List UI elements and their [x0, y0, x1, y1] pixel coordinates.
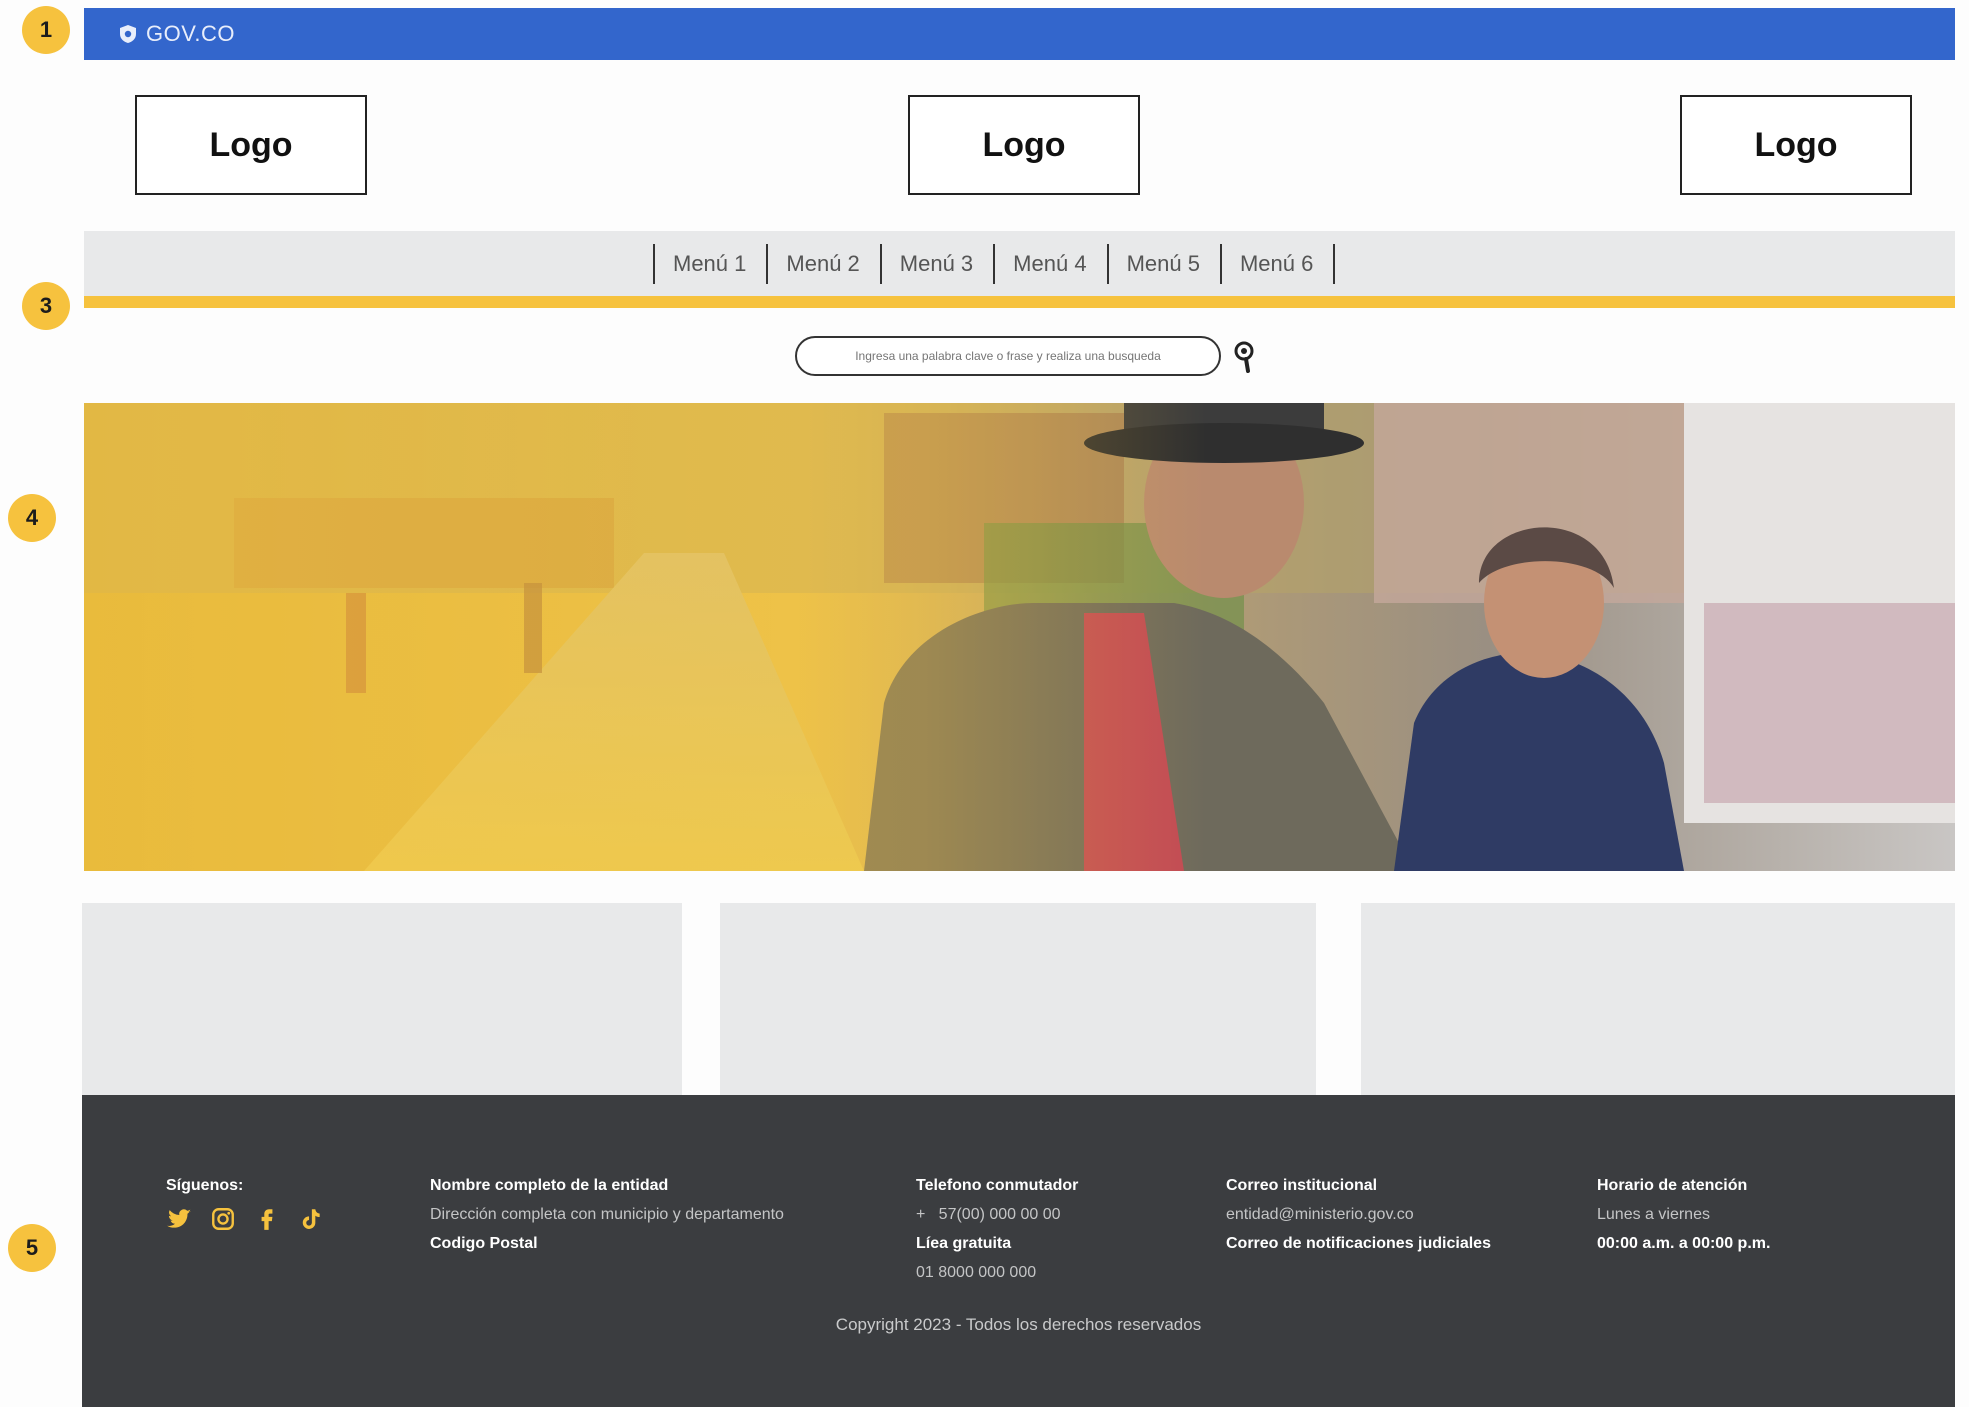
toll-free-value[interactable]: 01 8000 000 000: [916, 1258, 1078, 1287]
footer-phone: Telefono conmutador + 57(00) 000 00 00 L…: [916, 1171, 1078, 1287]
hero-photo: [84, 403, 1955, 871]
content-card-2[interactable]: [720, 903, 1316, 1095]
search-button[interactable]: [1230, 338, 1264, 378]
content-card-3[interactable]: [1361, 903, 1955, 1095]
footer-hours: Horario de atención Lunes a viernes 00:0…: [1597, 1171, 1770, 1258]
gov-bar: GOV.CO: [84, 8, 1955, 60]
footer-email: Correo institucional entidad@ministerio.…: [1226, 1171, 1491, 1258]
menu-item-4[interactable]: Menú 4: [993, 244, 1106, 284]
judicial-email-label: Correo de notificaciones judiciales: [1226, 1235, 1491, 1252]
marker-4: 4: [8, 494, 56, 542]
twitter-icon[interactable]: [166, 1206, 192, 1232]
govco-brand: GOV.CO: [146, 21, 235, 46]
entity-name: Nombre completo de la entidad: [430, 1177, 669, 1194]
hours-days: Lunes a viernes: [1597, 1206, 1710, 1223]
marker-5: 5: [8, 1224, 56, 1272]
hours-label: Horario de atención: [1597, 1177, 1748, 1194]
toll-free-label: Líea gratuita: [916, 1235, 1012, 1252]
phone-value[interactable]: + 57(00) 000 00 00: [916, 1200, 1078, 1229]
facebook-icon[interactable]: [254, 1206, 280, 1232]
hero-banner: [84, 403, 1955, 871]
logo-left[interactable]: Logo: [135, 95, 367, 195]
tiktok-icon[interactable]: [298, 1206, 324, 1232]
search-icon: [1234, 341, 1254, 373]
email-link[interactable]: entidad@ministerio.gov.co: [1226, 1200, 1491, 1229]
menu-item-1[interactable]: Menú 1: [653, 244, 766, 284]
footer-follow: Síguenos:: [166, 1171, 324, 1232]
logo-right[interactable]: Logo: [1680, 95, 1912, 195]
menu-item-3[interactable]: Menú 3: [879, 244, 993, 284]
instagram-icon[interactable]: [210, 1206, 236, 1232]
phone-label: Telefono conmutador: [916, 1177, 1079, 1194]
menu-item-5[interactable]: Menú 5: [1106, 244, 1220, 284]
footer-entity: Nombre completo de la entidad Dirección …: [430, 1171, 784, 1258]
main-menu: Menú 1 Menú 2 Menú 3 Menú 4 Menú 5 Menú …: [84, 231, 1955, 296]
email-label: Correo institucional: [1226, 1177, 1378, 1194]
footer: Síguenos: Nombre completo de la entidad …: [82, 1095, 1955, 1407]
accent-divider: [84, 296, 1955, 308]
menu-item-6[interactable]: Menú 6: [1219, 244, 1336, 284]
hours-time: 00:00 a.m. a 00:00 p.m.: [1597, 1235, 1771, 1252]
entity-address: Dirección completa con municipio y depar…: [430, 1206, 784, 1223]
govco-link[interactable]: GOV.CO: [118, 8, 235, 60]
copyright: Copyright 2023 - Todos los derechos rese…: [835, 1315, 1202, 1334]
entity-postal: Codigo Postal: [430, 1235, 538, 1252]
content-card-1[interactable]: [82, 903, 682, 1095]
search-input[interactable]: [795, 336, 1221, 376]
shield-icon: [120, 25, 136, 43]
marker-1: 1: [22, 6, 70, 54]
menu-item-2[interactable]: Menú 2: [766, 244, 879, 284]
follow-label: Síguenos:: [166, 1177, 244, 1194]
logo-center[interactable]: Logo: [908, 95, 1140, 195]
marker-3: 3: [22, 282, 70, 330]
